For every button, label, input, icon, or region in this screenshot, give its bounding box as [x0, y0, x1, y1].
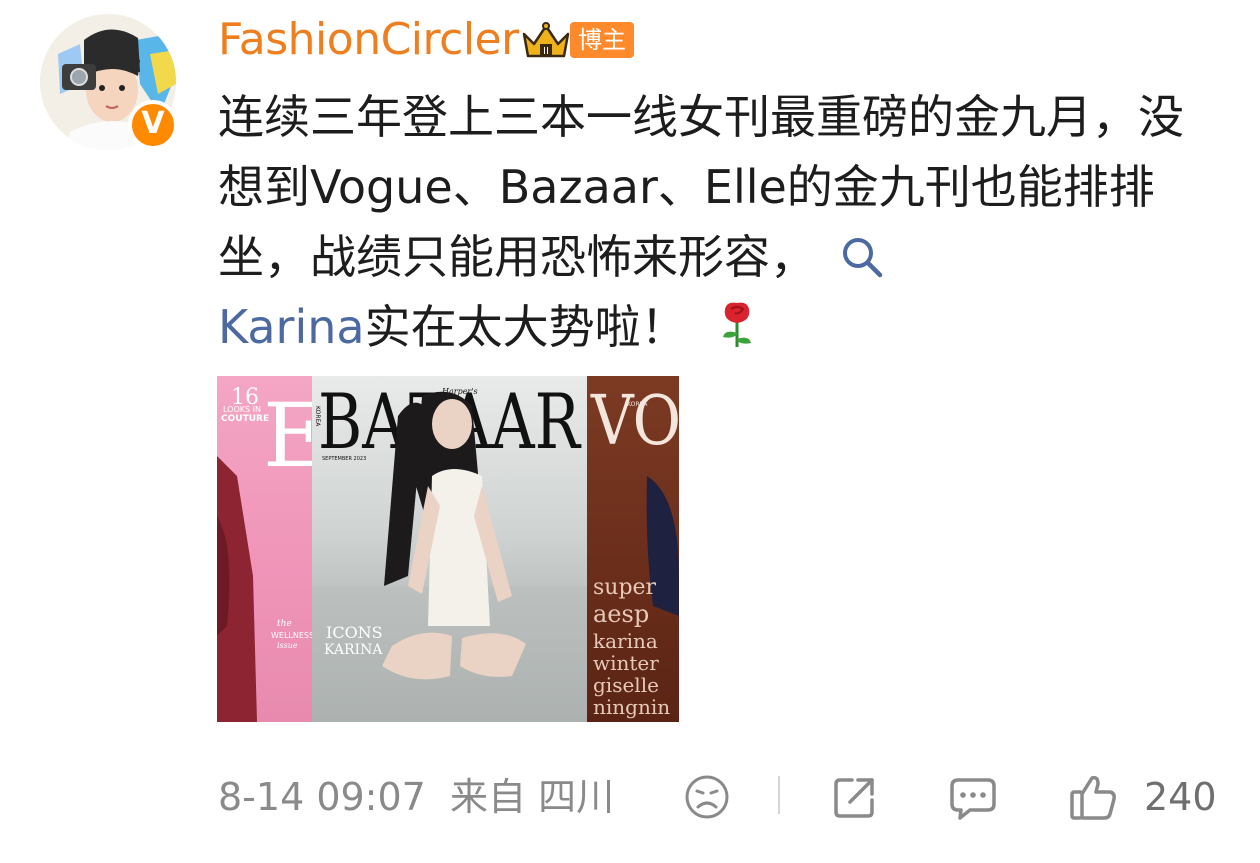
elle-cover-art: 16 LOOKS IN COUTURE E the WELLNESS issue — [217, 384, 327, 722]
vogue-line-4: winter — [593, 651, 659, 675]
footer-divider — [778, 776, 780, 814]
elle-line-2: COUTURE — [221, 414, 269, 424]
vogue-cover-art: VO KOREA super aesp karina winter gisell… — [590, 382, 679, 719]
bazaar-date: SEPTEMBER 2023 — [322, 456, 366, 462]
rose-icon — [722, 302, 751, 347]
vogue-line-2: aesp — [593, 600, 649, 628]
bazaar-cover-art: Harper's BAZAAR KOREA SEPTEMBER 2023 ICO… — [312, 377, 587, 722]
verified-badge-letter: V — [141, 106, 165, 141]
post-text-tail: 实在太大势啦！ — [364, 300, 687, 354]
like-count: 240 — [1144, 775, 1217, 819]
topic-link[interactable]: Karina — [218, 300, 365, 354]
post-text-main: 连续三年登上三本一线女刊最重磅的金九月，没想到Vogue、Bazaar、Elle… — [218, 90, 1184, 284]
share-icon[interactable] — [830, 772, 880, 822]
comment-icon[interactable] — [948, 772, 998, 822]
vogue-line-1: super — [593, 575, 657, 600]
post-text: 连续三年登上三本一线女刊最重磅的金九月，没想到Vogue、Bazaar、Elle… — [218, 82, 1228, 362]
post-image[interactable]: 16 LOOKS IN COUTURE E the WELLNESS issue… — [217, 376, 679, 722]
post-footer: 8-14 09:07 来自 四川 240 — [218, 762, 1228, 832]
elle-bottom-2: WELLNESS — [271, 631, 312, 640]
svg-text:II: II — [543, 46, 549, 57]
blogger-tag: 博主 — [570, 22, 634, 58]
timestamp: 8-14 09:07 — [218, 775, 426, 819]
vogue-line-3: karina — [593, 629, 658, 653]
bazaar-headline-2: KARINA — [324, 642, 383, 658]
vogue-cover: VO KOREA super aesp karina winter gisell… — [587, 376, 679, 722]
elle-bottom-1: the — [277, 619, 292, 629]
bazaar-headline-1: ICONS — [326, 623, 383, 642]
bazaar-cover: Harper's BAZAAR KOREA SEPTEMBER 2023 ICO… — [312, 376, 587, 722]
post-meta: 8-14 09:07 来自 四川 — [218, 774, 614, 820]
crown-icon: II — [522, 22, 570, 58]
sad-face-icon[interactable] — [682, 772, 732, 822]
search-icon[interactable] — [840, 235, 884, 279]
elle-cover: 16 LOOKS IN COUTURE E the WELLNESS issue — [217, 376, 327, 722]
thumbs-up-icon[interactable] — [1068, 772, 1118, 822]
author-name[interactable]: FashionCircler — [218, 14, 519, 66]
vogue-line-6: ningnin — [593, 695, 670, 719]
elle-logo: E — [263, 384, 312, 487]
vogue-korea: KOREA — [627, 401, 648, 408]
verified-badge: V — [128, 100, 178, 150]
elle-bottom-3: issue — [277, 641, 298, 650]
vogue-logo: VO — [590, 382, 679, 461]
vogue-line-5: giselle — [593, 673, 659, 697]
elle-line-1: LOOKS IN — [223, 405, 261, 414]
bazaar-side-text: KOREA — [314, 406, 321, 427]
post-source: 来自 四川 — [450, 775, 615, 819]
